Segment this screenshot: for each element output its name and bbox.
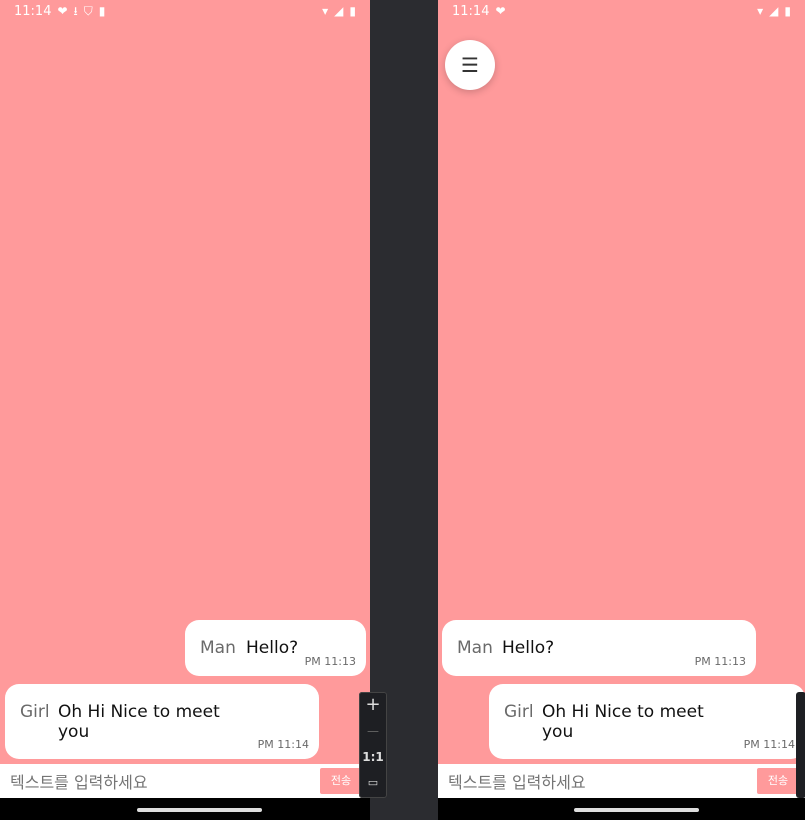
message-input[interactable] — [446, 771, 720, 793]
signal-icon: ◢ — [334, 4, 344, 18]
status-bar: 11:14 ❤ ⭳ ⛉ ▮ ▾ ◢ ▮ — [0, 0, 370, 22]
message-text: Hello? — [502, 638, 555, 658]
menu-icon[interactable]: ☰ — [445, 40, 495, 90]
message-bubble[interactable]: Girl Oh Hi Nice to meet you PM 11:14 — [489, 684, 805, 759]
send-button[interactable]: 전송 — [320, 768, 362, 794]
shield-icon: ⛉ — [83, 4, 93, 18]
message-time: PM 11:14 — [257, 738, 309, 751]
message-bubble[interactable]: Man Hello? PM 11:13 — [442, 620, 756, 676]
message-time: PM 11:13 — [304, 655, 356, 668]
zoom-controls-edge[interactable] — [796, 692, 805, 798]
message-bubble[interactable]: Man Hello? PM 11:13 — [185, 620, 366, 676]
wifi-icon: ▾ — [322, 4, 329, 18]
status-time: 11:14 — [14, 3, 52, 19]
heart-icon: ❤ — [495, 4, 506, 18]
message-input[interactable] — [8, 771, 282, 793]
chat-screen: 11:14 ❤ ▾ ◢ ▮ Man Hello? PM 11:13 Girl O… — [438, 0, 805, 764]
sender-name: Girl — [20, 702, 50, 722]
message-bubble[interactable]: Girl Oh Hi Nice to meet you PM 11:14 — [5, 684, 319, 759]
message-input-bar: 전송 — [438, 764, 805, 798]
status-time: 11:14 — [452, 3, 490, 19]
message-time: PM 11:13 — [694, 655, 746, 668]
gesture-nav-bar[interactable] — [137, 808, 262, 812]
battery-icon: ▮ — [784, 4, 791, 18]
message-time: PM 11:14 — [743, 738, 795, 751]
right-phone: 11:14 ❤ ▾ ◢ ▮ Man Hello? PM 11:13 Girl O… — [438, 0, 805, 820]
zoom-in-button[interactable]: + — [359, 692, 387, 718]
signal-icon: ◢ — [769, 4, 779, 18]
zoom-reset-button[interactable]: 1:1 — [359, 744, 387, 770]
sender-name: Girl — [504, 702, 534, 722]
download-icon: ⭳ — [73, 4, 78, 18]
zoom-out-button[interactable]: — — [359, 718, 387, 744]
left-phone: 11:14 ❤ ⭳ ⛉ ▮ ▾ ◢ ▮ Man Hello? PM 11:13 … — [0, 0, 370, 820]
wifi-icon: ▾ — [757, 4, 764, 18]
message-text: Oh Hi Nice to meet you — [58, 702, 220, 742]
message-input-bar: 전송 — [0, 764, 370, 798]
heart-icon: ❤ — [57, 4, 68, 18]
send-button[interactable]: 전송 — [757, 768, 799, 794]
sender-name: Man — [457, 638, 493, 658]
battery-icon: ▮ — [349, 4, 356, 18]
status-bar: 11:14 ❤ ▾ ◢ ▮ — [438, 0, 805, 22]
sender-name: Man — [200, 638, 236, 658]
sd-card-icon: ▮ — [98, 4, 106, 18]
message-text: Oh Hi Nice to meet you — [542, 702, 704, 742]
zoom-controls: + — 1:1 ▭ — [359, 692, 387, 798]
gesture-nav-bar[interactable] — [574, 808, 699, 812]
fit-screen-icon[interactable]: ▭ — [359, 770, 387, 796]
chat-screen: 11:14 ❤ ⭳ ⛉ ▮ ▾ ◢ ▮ Man Hello? PM 11:13 … — [0, 0, 370, 764]
